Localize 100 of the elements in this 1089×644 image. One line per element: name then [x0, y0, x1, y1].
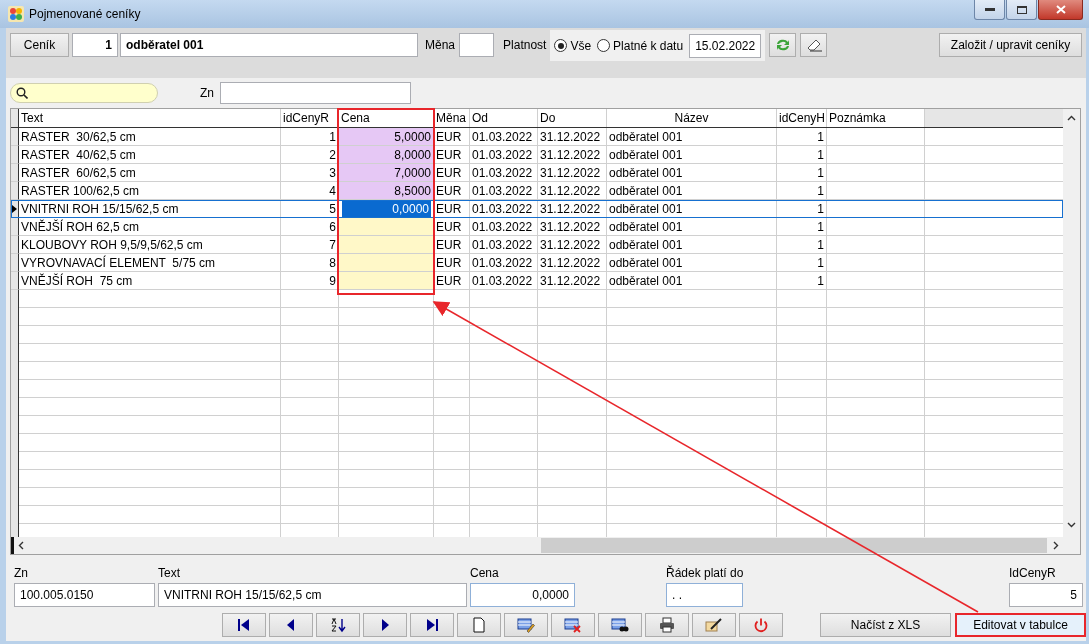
price-cell[interactable]	[339, 272, 434, 290]
table-cell: odběratel 001	[607, 200, 777, 218]
column-header[interactable]: idCenyH	[777, 109, 827, 127]
search-icon	[16, 87, 28, 99]
column-header[interactable]: Cena	[339, 109, 434, 127]
column-header[interactable]: idCenyR	[281, 109, 339, 127]
new-document-icon	[470, 617, 488, 633]
minimize-icon	[984, 7, 995, 12]
table-cell: 1	[777, 218, 827, 236]
grid-row[interactable]: RASTER 100/62,5 cm 4 8,5000 EUR 01.03.2022 31.12.2022 odběratel 001 1	[11, 182, 1063, 200]
power-icon	[752, 617, 770, 633]
grid-row[interactable]: VNĚJŠÍ ROH 75 cm 9 EUR 01.03.2022 31.12.2022 odběratel 001 1	[11, 272, 1063, 290]
column-header[interactable]: Od	[470, 109, 538, 127]
column-header[interactable]: Měna	[434, 109, 470, 127]
table-cell: 31.12.2022	[538, 164, 607, 182]
maximize-button[interactable]	[1006, 0, 1037, 20]
toolbar-button[interactable]	[363, 613, 407, 637]
table-cell: RASTER 60/62,5 cm	[19, 164, 281, 182]
toolbar-button[interactable]	[598, 613, 642, 637]
pricelist-number-field[interactable]: 1	[72, 33, 118, 57]
table-cell: EUR	[434, 218, 470, 236]
close-button[interactable]	[1038, 0, 1083, 20]
currency-field[interactable]	[459, 33, 495, 57]
code-label: Zn	[200, 85, 214, 102]
table-cell: odběratel 001	[607, 272, 777, 290]
scroll-right-icon	[1053, 541, 1059, 550]
table-cell: RASTER 100/62,5 cm	[19, 182, 281, 200]
scroll-left-icon	[18, 541, 24, 550]
table-cell: EUR	[434, 254, 470, 272]
table-cell: 1	[777, 254, 827, 272]
table-cell: 01.03.2022	[470, 146, 538, 164]
id-field[interactable]: 5	[1009, 583, 1083, 607]
table-cell: odběratel 001	[607, 218, 777, 236]
toolbar-button[interactable]	[692, 613, 736, 637]
table-cell: EUR	[434, 128, 470, 146]
table-cell: KLOUBOVY ROH 9,5/9,5/62,5 cm	[19, 236, 281, 254]
grid-row[interactable]: VYROVNAVACÍ ELEMENT 5/75 cm 8 EUR 01.03.2022 31.12.2022 odběratel 001 1	[11, 254, 1063, 272]
table-cell: 01.03.2022	[470, 164, 538, 182]
table-cell: 31.12.2022	[538, 182, 607, 200]
toolbar-button[interactable]	[645, 613, 689, 637]
horizontal-scrollbar[interactable]	[11, 537, 1063, 554]
grid-row[interactable]: KLOUBOVY ROH 9,5/9,5/62,5 cm 7 EUR 01.03.2022 31.12.2022 odběratel 001 1	[11, 236, 1063, 254]
grid-row[interactable]: VNĚJŠÍ ROH 62,5 cm 6 EUR 01.03.2022 31.12.2022 odběratel 001 1	[11, 218, 1063, 236]
column-header[interactable]: Název	[607, 109, 777, 127]
table-cell: 1	[777, 236, 827, 254]
toolbar-button[interactable]	[222, 613, 266, 637]
table-cell: 31.12.2022	[538, 218, 607, 236]
table-cell: 31.12.2022	[538, 200, 607, 218]
table-cell: 31.12.2022	[538, 272, 607, 290]
validity-radio[interactable]: Platné k datu	[597, 38, 684, 53]
search-field[interactable]	[10, 83, 158, 103]
close-icon	[1055, 5, 1066, 14]
text-field[interactable]: VNITRNI ROH 15/15/62,5 cm	[158, 583, 467, 607]
toolbar-button[interactable]	[410, 613, 454, 637]
price-cell[interactable]	[339, 254, 434, 272]
price-label: Cena	[470, 566, 500, 580]
price-cell[interactable]: 8,0000	[339, 146, 434, 164]
price-cell[interactable]: 8,5000	[339, 182, 434, 200]
table-cell: EUR	[434, 272, 470, 290]
edit-grid-icon	[517, 617, 535, 633]
eraser-button[interactable]	[800, 33, 828, 57]
pricelist-button[interactable]: Ceník	[10, 33, 69, 57]
table-cell: odběratel 001	[607, 254, 777, 272]
valid-until-field[interactable]: . .	[666, 583, 743, 607]
validity-label: Platnost	[503, 37, 547, 54]
price-cell[interactable]	[339, 236, 434, 254]
price-cell[interactable]	[339, 218, 434, 236]
find-grid-icon	[611, 617, 629, 633]
flowers-icon	[8, 6, 24, 22]
table-cell: EUR	[434, 200, 470, 218]
code-field[interactable]: 100.005.0150	[14, 583, 155, 607]
table-cell: odběratel 001	[607, 128, 777, 146]
table-cell: 1	[777, 164, 827, 182]
table-cell: 01.03.2022	[470, 200, 538, 218]
window-title: Pojmenované ceníky	[29, 7, 141, 21]
vertical-scrollbar[interactable]	[1063, 109, 1080, 554]
pricelist-name-field[interactable]: odběratel 001	[120, 33, 418, 57]
grid-row[interactable]: VNITRNI ROH 15/15/62,5 cm 5 0,0000 EUR 01.03.2022 31.12.2022 odběratel 001 1	[11, 200, 1063, 218]
price-cell[interactable]: 0,0000	[339, 200, 434, 218]
validity-radio[interactable]: Vše	[554, 38, 592, 53]
grid-row[interactable]: RASTER 30/62,5 cm 1 5,0000 EUR 01.03.2022 31.12.2022 odběratel 001 1	[11, 128, 1063, 146]
code-filter-field[interactable]	[220, 82, 411, 104]
table-cell: 1	[777, 128, 827, 146]
action-button[interactable]: Editovat v tabulce	[955, 613, 1086, 637]
toolbar-button[interactable]	[316, 613, 360, 637]
scroll-down-icon	[1067, 522, 1076, 528]
toolbar-button[interactable]	[269, 613, 313, 637]
price-field[interactable]: 0,0000	[470, 583, 575, 607]
table-cell: 01.03.2022	[470, 254, 538, 272]
grid-row[interactable]: RASTER 40/62,5 cm 2 8,0000 EUR 01.03.2022 31.12.2022 odběratel 001 1	[11, 146, 1063, 164]
column-header[interactable]: Text	[19, 109, 281, 127]
action-button[interactable]: Načíst z XLS	[820, 613, 951, 637]
price-cell[interactable]: 5,0000	[339, 128, 434, 146]
minimize-button[interactable]	[974, 0, 1005, 20]
price-cell[interactable]: 7,0000	[339, 164, 434, 182]
table-cell: 01.03.2022	[470, 182, 538, 200]
date-field[interactable]: 15.02.2022	[689, 33, 762, 58]
create-pricelist-button[interactable]: Založit / upravit ceníky	[939, 33, 1082, 57]
grid-row[interactable]: RASTER 60/62,5 cm 3 7,0000 EUR 01.03.2022 31.12.2022 odběratel 001 1	[11, 164, 1063, 182]
column-header[interactable]: Do	[538, 109, 607, 127]
